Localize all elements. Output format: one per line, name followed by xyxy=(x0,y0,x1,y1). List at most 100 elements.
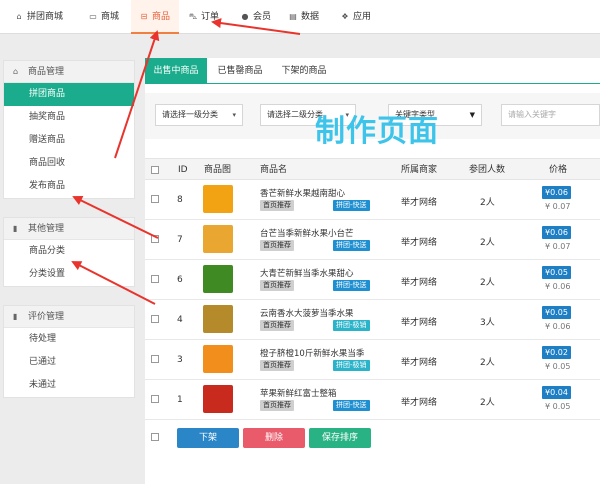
original-price: ¥ 0.06 xyxy=(545,282,571,291)
nav-item-members[interactable]: ● 会员 xyxy=(240,0,272,34)
row-joined: 2人 xyxy=(480,238,495,248)
sidebar-item-approved[interactable]: 已通过 xyxy=(4,351,134,374)
chevron-down-icon: ▾ xyxy=(232,111,236,119)
bulk-select-checkbox[interactable] xyxy=(151,433,159,441)
main-panel: 出售中商品 已售罄商品 下架的商品 请选择一级分类 ▾ 请选择二级分类 ▾ 关键字类… xyxy=(145,58,600,484)
row-id: 6 xyxy=(177,275,183,285)
table-row: 1 苹果新鲜红富士整箱 首页推荐 拼团-快送 举才网络 2人 ¥0.04 ¥ 0.05 xyxy=(145,380,600,420)
tab-offline[interactable]: 下架的商品 xyxy=(273,58,335,84)
nav-item-goods[interactable]: ⊟ 商品 xyxy=(131,0,179,34)
original-price: ¥ 0.05 xyxy=(545,402,571,411)
sidebar-item-pending[interactable]: 待处理 xyxy=(4,328,134,351)
row-checkbox[interactable] xyxy=(151,395,159,403)
row-merchant: 举才网络 xyxy=(401,198,438,208)
table-row: 4 云南香水大菠萝当季水果 首页推荐 拼团-极销 举才网络 3人 ¥0.05 ¥ 0.06 xyxy=(145,300,600,340)
row-joined: 2人 xyxy=(480,198,495,208)
cart-icon: ⛍ xyxy=(188,12,198,21)
sidebar-item-category-settings[interactable]: 分类设置 xyxy=(4,263,134,286)
sidebar-item-publish[interactable]: 发布商品 xyxy=(4,175,134,198)
table-row: 7 台芒当季新鲜水果小台芒 首页推荐 拼团-快送 举才网络 2人 ¥0.06 ¥ 0.07 xyxy=(145,220,600,260)
bookmark-icon: ▮ xyxy=(13,312,18,321)
home-recommend-badge: 首页推荐 xyxy=(260,240,294,251)
product-image xyxy=(203,265,233,293)
delete-button[interactable]: 删除 xyxy=(243,428,305,448)
row-joined: 2人 xyxy=(480,398,495,408)
nav-item-orders[interactable]: ⛍ 订单 xyxy=(188,0,219,34)
col-merchant: 所属商家 xyxy=(401,165,438,175)
tab-sold-out[interactable]: 已售罄商品 xyxy=(209,58,271,84)
sidebar-goods-header: ⌂ 商品管理 xyxy=(4,61,134,83)
group-type-badge: 拼团-快送 xyxy=(333,400,370,411)
group-price-badge: ¥0.06 xyxy=(542,186,571,199)
nav-label: 拼团商城 xyxy=(27,12,64,22)
sidebar-other-header: ▮ 其他管理 xyxy=(4,218,134,240)
nav-label: 商品 xyxy=(152,12,171,22)
group-type-badge: 拼团-快送 xyxy=(333,280,370,291)
home-recommend-badge: 首页推荐 xyxy=(260,200,294,211)
sidebar-review-panel: ▮ 评价管理 待处理 已通过 未通过 xyxy=(3,305,135,398)
row-merchant: 举才网络 xyxy=(401,278,438,288)
nav-label: 订单 xyxy=(201,12,220,22)
nav-item-apps[interactable]: ❖ 应用 xyxy=(340,0,371,34)
sidebar-item-category[interactable]: 商品分类 xyxy=(4,240,134,263)
sidebar-item-gift-goods[interactable]: 赠送商品 xyxy=(4,129,134,152)
original-price: ¥ 0.06 xyxy=(545,322,571,331)
row-id: 3 xyxy=(177,355,183,365)
table-row: 8 香芒新鲜水果越南甜心 首页推荐 拼团-快送 举才网络 2人 ¥0.06 ¥ 0.07 xyxy=(145,180,600,220)
nav-item-home[interactable]: ⌂ 拼团商城 xyxy=(14,0,63,34)
search-input[interactable]: 请输入关键字 xyxy=(501,104,600,126)
sidebar-review-header: ▮ 评价管理 xyxy=(4,306,134,328)
chart-icon: ▤ xyxy=(289,12,297,21)
group-type-badge: 拼团-快送 xyxy=(333,240,370,251)
row-merchant: 举才网络 xyxy=(401,358,438,368)
group-type-badge: 拼团-极销 xyxy=(333,360,370,371)
group-price-badge: ¥0.05 xyxy=(542,266,571,279)
offline-button[interactable]: 下架 xyxy=(177,428,239,448)
row-checkbox[interactable] xyxy=(151,195,159,203)
tab-on-sale[interactable]: 出售中商品 xyxy=(145,58,207,84)
row-id: 1 xyxy=(177,395,183,405)
col-price: 价格 xyxy=(549,165,568,175)
nav-item-mall[interactable]: ▭ 商城 xyxy=(88,0,119,34)
sidebar-item-rejected[interactable]: 未通过 xyxy=(4,374,134,397)
row-checkbox[interactable] xyxy=(151,235,159,243)
home-recommend-badge: 首页推荐 xyxy=(260,400,294,411)
home-icon: ⌂ xyxy=(16,12,22,21)
sidebar-item-lottery-goods[interactable]: 抽奖商品 xyxy=(4,106,134,129)
nav-label: 数据 xyxy=(301,12,320,22)
col-image: 商品图 xyxy=(204,165,232,175)
product-name[interactable]: 云南香水大菠萝当季水果 xyxy=(260,307,354,319)
gift-icon: ⊟ xyxy=(140,12,148,21)
sidebar-goods-panel: ⌂ 商品管理 拼团商品 抽奖商品 赠送商品 商品回收 发布商品 xyxy=(3,60,135,199)
sidebar-item-recycle[interactable]: 商品回收 xyxy=(4,152,134,175)
level1-category-select[interactable]: 请选择一级分类 ▾ xyxy=(155,104,243,126)
product-name[interactable]: 大青芒新鲜当季水果甜心 xyxy=(260,267,354,279)
sidebar-item-group-goods[interactable]: 拼团商品 xyxy=(4,83,134,106)
save-order-button[interactable]: 保存排序 xyxy=(309,428,371,448)
select-all-checkbox[interactable] xyxy=(151,166,159,174)
product-name[interactable]: 香芒新鲜水果越南甜心 xyxy=(260,187,345,199)
product-image xyxy=(203,345,233,373)
col-joined: 参团人数 xyxy=(469,165,506,175)
product-image xyxy=(203,185,233,213)
home-recommend-badge: 首页推荐 xyxy=(260,280,294,291)
product-name[interactable]: 台芒当季新鲜水果小台芒 xyxy=(260,227,354,239)
product-name[interactable]: 苹果新鲜红富士整箱 xyxy=(260,387,337,399)
product-image xyxy=(203,225,233,253)
row-merchant: 举才网络 xyxy=(401,398,438,408)
home-recommend-badge: 首页推荐 xyxy=(260,320,294,331)
sidebar-section-title: 商品管理 xyxy=(28,67,65,77)
row-checkbox[interactable] xyxy=(151,315,159,323)
product-name[interactable]: 橙子脐橙10斤新鲜水果当季 xyxy=(260,347,364,359)
row-id: 7 xyxy=(177,235,183,245)
nav-item-data[interactable]: ▤ 数据 xyxy=(288,0,319,34)
row-merchant: 举才网络 xyxy=(401,238,438,248)
row-checkbox[interactable] xyxy=(151,275,159,283)
row-checkbox[interactable] xyxy=(151,355,159,363)
monitor-icon: ▭ xyxy=(89,12,97,21)
table-row: 3 橙子脐橙10斤新鲜水果当季 首页推荐 拼团-极销 举才网络 2人 ¥0.02 ¥ 0.05 xyxy=(145,340,600,380)
group-price-badge: ¥0.05 xyxy=(542,306,571,319)
sidebar-section-title: 其他管理 xyxy=(28,224,65,234)
row-id: 4 xyxy=(177,315,183,325)
select-value: 请选择一级分类 xyxy=(162,110,218,119)
